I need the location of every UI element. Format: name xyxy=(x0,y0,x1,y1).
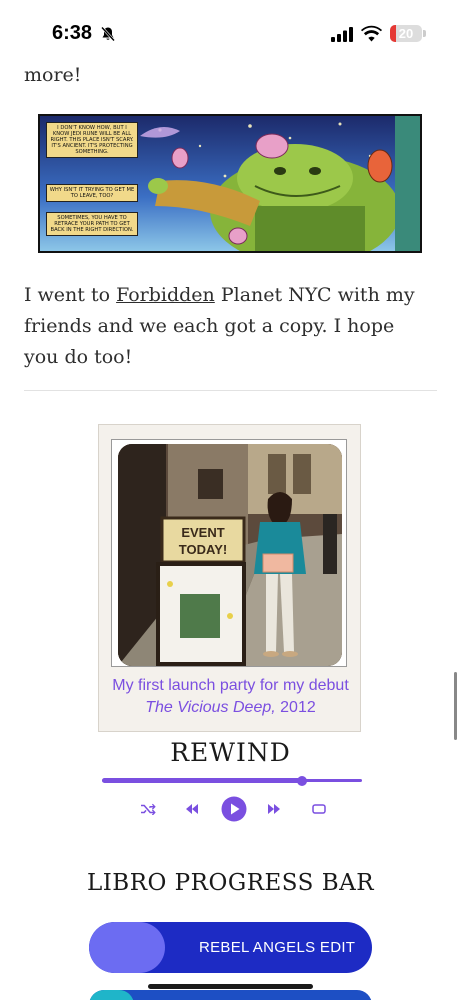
home-indicator[interactable] xyxy=(148,984,313,989)
event-sign: EVENT TODAY! xyxy=(156,516,246,666)
play-icon[interactable] xyxy=(221,796,247,822)
status-bar: 6:38 20 xyxy=(0,0,461,60)
libro-progress-bar-2[interactable] xyxy=(89,990,372,1000)
section-divider xyxy=(24,390,437,391)
caption-book-title: The Vicious Deep, xyxy=(145,699,276,716)
launch-party-photo: EVENT TODAY! xyxy=(118,444,342,666)
shuffle-icon[interactable] xyxy=(138,796,158,822)
libro-progress-bar[interactable]: REBEL ANGELS EDIT xyxy=(89,922,372,973)
libro-progress-fill xyxy=(89,922,166,973)
status-time: 6:38 xyxy=(52,22,93,44)
signal-icon xyxy=(331,27,353,42)
photo-caption: My first launch party for my debut The V… xyxy=(99,675,362,719)
libro-progress-label: REBEL ANGELS EDIT xyxy=(199,939,356,956)
photo-frame: EVENT TODAY! xyxy=(111,439,347,667)
next-icon[interactable] xyxy=(266,796,282,822)
sign-line-1: EVENT xyxy=(181,525,224,540)
rewind-title: REWIND xyxy=(170,738,291,767)
caption-prefix: My first launch party for my debut xyxy=(112,677,349,694)
comic-caption-1: I don't know how, but I know Jedi Rune w… xyxy=(46,122,138,158)
battery-nub xyxy=(423,30,426,37)
article-paragraph: I went to Forbidden Planet NYC with my f… xyxy=(24,280,434,373)
polaroid-card: EVENT TODAY! My first launch party for m… xyxy=(98,424,361,732)
caption-year: 2012 xyxy=(275,699,316,716)
comic-panel-image: I don't know how, but I know Jedi Rune w… xyxy=(38,114,422,253)
forbidden-planet-link[interactable]: Forbidden xyxy=(116,284,215,306)
comic-caption-3: Sometimes, you have to retrace your path… xyxy=(46,212,138,236)
rewind-progress-handle[interactable] xyxy=(297,776,308,786)
rewind-progress-played xyxy=(102,778,303,783)
bell-slash-icon xyxy=(101,26,115,42)
wifi-icon xyxy=(361,25,382,42)
paragraph-text-before: I went to xyxy=(24,284,117,306)
sign-line-2: TODAY! xyxy=(179,542,227,557)
repeat-icon[interactable] xyxy=(310,796,328,822)
player-controls xyxy=(0,796,461,822)
scrollbar[interactable] xyxy=(454,672,457,740)
photo-artwork: EVENT TODAY! xyxy=(118,444,342,666)
battery-icon: 20 xyxy=(390,25,422,42)
article-text-top: more! xyxy=(24,64,82,86)
libro-progress-fill-2 xyxy=(89,990,135,1000)
comic-caption-2: Why isn't it trying to get me to leave, … xyxy=(46,184,138,202)
libro-title: LIBRO PROGRESS BAR xyxy=(86,870,375,896)
battery-level: 20 xyxy=(398,26,414,41)
previous-icon[interactable] xyxy=(184,796,200,822)
